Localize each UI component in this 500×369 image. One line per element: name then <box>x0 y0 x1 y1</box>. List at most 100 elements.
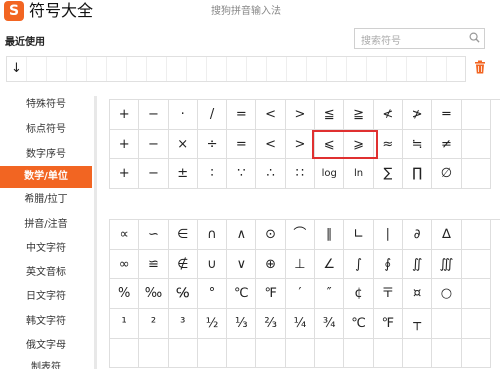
sidebar-item-5[interactable]: 拼音/注音 <box>0 214 92 236</box>
sidebar-item-2[interactable]: 数字序号 <box>0 144 92 166</box>
recent-symbol-cell[interactable] <box>307 57 327 81</box>
symbol-cell[interactable]: ¼ <box>285 309 316 339</box>
symbol-cell[interactable]: ∈ <box>168 220 198 250</box>
symbol-cell[interactable]: − <box>139 100 169 130</box>
symbol-cell[interactable]: > <box>285 100 316 130</box>
symbol-cell[interactable]: ¤ <box>402 279 433 310</box>
sidebar-item-8[interactable]: 日文字符 <box>0 286 92 308</box>
symbol-cell[interactable] <box>461 100 491 130</box>
symbol-cell[interactable]: − <box>139 159 169 189</box>
symbol-cell[interactable]: ∷ <box>285 159 316 189</box>
symbol-cell[interactable]: / <box>197 100 228 130</box>
symbol-cell[interactable]: ∪ <box>197 249 228 280</box>
sidebar-item-7[interactable]: 英文音标 <box>0 262 92 284</box>
symbol-cell[interactable]: ○ <box>432 279 462 310</box>
symbol-cell[interactable] <box>168 338 198 369</box>
symbol-cell[interactable]: ‰ <box>139 279 169 310</box>
symbol-cell[interactable]: ∬ <box>402 249 433 280</box>
symbol-cell[interactable]: % <box>110 279 140 310</box>
symbol-cell[interactable]: · <box>168 100 198 130</box>
symbol-cell[interactable]: ≯ <box>402 100 433 130</box>
symbol-cell[interactable]: ∉ <box>168 249 198 280</box>
symbol-cell[interactable]: ⊥ <box>285 249 316 280</box>
sidebar-item-4[interactable]: 希腊/拉丁 <box>0 189 92 211</box>
symbol-cell[interactable] <box>461 279 491 310</box>
symbol-cell[interactable] <box>461 338 491 369</box>
symbol-cell[interactable] <box>461 159 491 189</box>
symbol-cell[interactable] <box>110 338 140 369</box>
symbol-cell[interactable] <box>139 338 169 369</box>
symbol-cell[interactable] <box>197 338 228 369</box>
symbol-cell[interactable]: ∭ <box>432 249 462 280</box>
recent-symbol-cell[interactable] <box>407 57 427 81</box>
symbol-cell[interactable]: ∨ <box>227 249 257 280</box>
symbol-cell[interactable]: ∮ <box>373 249 403 280</box>
symbol-cell[interactable]: ³ <box>168 309 198 339</box>
symbol-cell[interactable]: × <box>168 129 198 159</box>
search-input[interactable]: 搜索符号 <box>361 32 401 47</box>
recent-symbol-cell[interactable] <box>147 57 167 81</box>
symbol-cell[interactable]: ℃ <box>344 309 374 339</box>
sidebar-item-10[interactable]: 俄文字母 <box>0 335 92 357</box>
symbol-cell[interactable]: ═ <box>432 100 462 130</box>
symbol-cell[interactable]: + <box>110 129 140 159</box>
symbol-cell[interactable]: ⅓ <box>227 309 257 339</box>
symbol-cell[interactable] <box>461 249 491 280</box>
recent-symbol-cell[interactable] <box>67 57 87 81</box>
recent-symbol-cell[interactable] <box>127 57 147 81</box>
symbol-cell[interactable]: ∣ <box>373 220 403 250</box>
symbol-cell[interactable]: ∅ <box>432 159 462 189</box>
symbol-cell[interactable]: ⊙ <box>256 220 286 250</box>
search-box[interactable]: 搜索符号 <box>354 28 485 49</box>
symbol-cell[interactable]: ¹ <box>110 309 140 339</box>
symbol-cell[interactable]: ∏ <box>402 159 433 189</box>
recent-symbol-cell[interactable] <box>187 57 207 81</box>
symbol-cell[interactable]: ° <box>197 279 228 310</box>
symbol-cell[interactable] <box>227 338 257 369</box>
symbol-cell[interactable]: ∟ <box>344 220 374 250</box>
symbol-cell[interactable]: 〒 <box>373 279 403 310</box>
symbol-cell[interactable]: log <box>315 159 345 189</box>
sidebar-scrollbar[interactable] <box>94 96 97 369</box>
symbol-cell[interactable] <box>256 338 286 369</box>
symbol-cell[interactable]: ≒ <box>402 129 433 159</box>
symbol-cell[interactable]: ∽ <box>139 220 169 250</box>
symbol-cell[interactable] <box>432 309 462 339</box>
symbol-cell[interactable] <box>402 338 433 369</box>
symbol-cell[interactable]: ² <box>139 309 169 339</box>
recent-symbol-cell[interactable]: ↓ <box>7 57 27 81</box>
recent-symbol-cell[interactable] <box>47 57 67 81</box>
symbol-cell[interactable]: ℃ <box>227 279 257 310</box>
symbol-cell[interactable]: ≠ <box>432 129 462 159</box>
symbol-cell[interactable]: ┬ <box>402 309 433 339</box>
symbol-cell[interactable]: ≧ <box>344 100 374 130</box>
recent-symbol-cell[interactable] <box>27 57 47 81</box>
recent-symbol-cell[interactable] <box>427 57 447 81</box>
symbol-cell[interactable]: ≈ <box>373 129 403 159</box>
symbol-cell[interactable]: ± <box>168 159 198 189</box>
recent-symbol-cell[interactable] <box>287 57 307 81</box>
symbol-cell[interactable]: ≮ <box>373 100 403 130</box>
symbol-cell[interactable]: ¢ <box>344 279 374 310</box>
sidebar-item-6[interactable]: 中文字符 <box>0 238 92 260</box>
symbol-cell[interactable]: ∝ <box>110 220 140 250</box>
recent-symbol-cell[interactable] <box>327 57 347 81</box>
symbol-cell[interactable]: > <box>285 129 316 159</box>
recent-symbol-cell[interactable] <box>347 57 367 81</box>
symbol-cell[interactable]: ∫ <box>344 249 374 280</box>
symbol-cell[interactable] <box>461 129 491 159</box>
symbol-cell[interactable]: ∧ <box>227 220 257 250</box>
symbol-cell[interactable]: ¾ <box>315 309 345 339</box>
recent-symbol-cell[interactable] <box>227 57 247 81</box>
symbol-cell[interactable] <box>461 220 491 250</box>
symbol-cell[interactable]: ′ <box>285 279 316 310</box>
symbol-cell[interactable]: = <box>227 100 257 130</box>
symbol-cell[interactable]: ln <box>344 159 374 189</box>
symbol-cell[interactable] <box>461 309 491 339</box>
symbol-cell[interactable]: ÷ <box>197 129 228 159</box>
symbol-cell[interactable]: ∞ <box>110 249 140 280</box>
symbol-cell[interactable]: ∠ <box>315 249 345 280</box>
symbol-cell[interactable]: ⅔ <box>256 309 286 339</box>
symbol-cell[interactable]: ∵ <box>227 159 257 189</box>
recent-symbol-cell[interactable] <box>267 57 287 81</box>
